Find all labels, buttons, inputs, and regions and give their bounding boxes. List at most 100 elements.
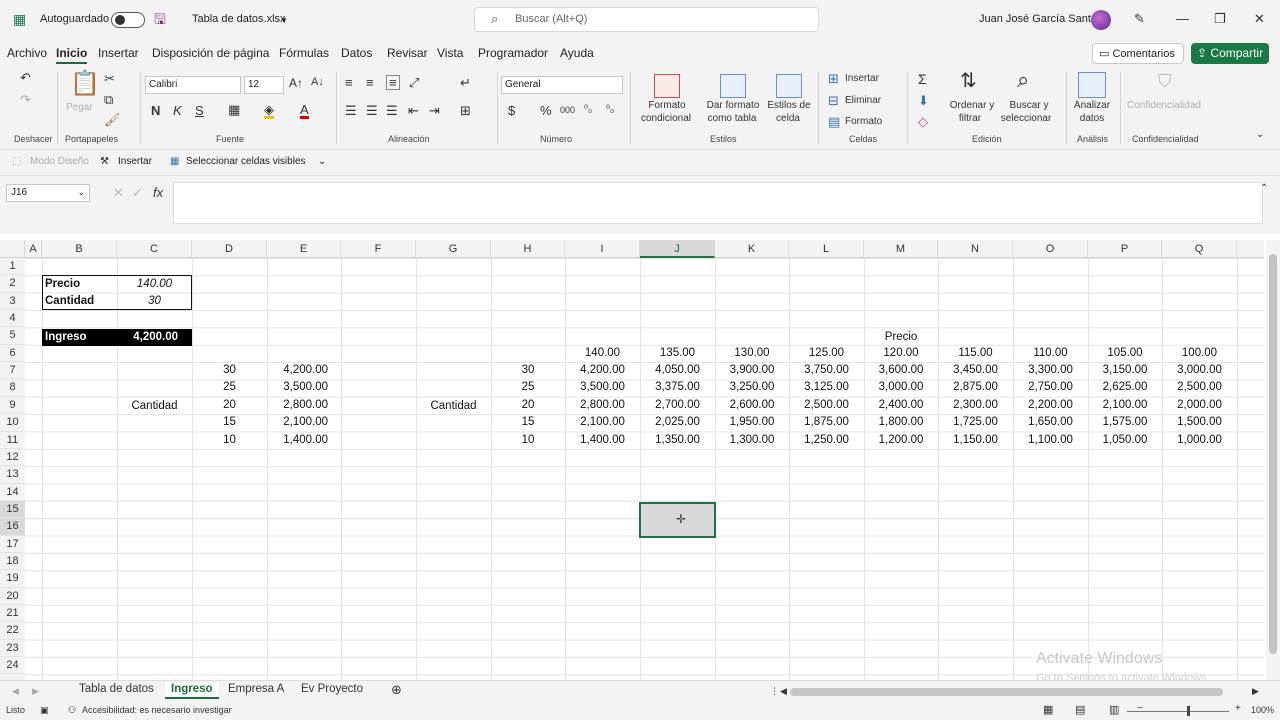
insert-control-icon[interactable]: ⚒	[100, 156, 109, 167]
two-way-qty-cell[interactable]: 10	[491, 432, 565, 449]
two-way-result-cell[interactable]: 1,725.00	[938, 414, 1013, 431]
sheet-tab-proyecto[interactable]: Ev Proyecto	[301, 683, 363, 695]
column-header[interactable]: P	[1088, 240, 1162, 258]
menu-programador[interactable]: Programador	[478, 46, 548, 60]
row-header[interactable]: 20	[0, 588, 25, 606]
zoom-level[interactable]: 100%	[1251, 705, 1274, 715]
save-icon[interactable]: 🖫	[154, 12, 166, 26]
one-way-result-cell[interactable]: 3,500.00	[267, 379, 328, 396]
row-header[interactable]: 4	[0, 310, 25, 328]
two-way-price-cell[interactable]: 105.00	[1088, 345, 1162, 362]
increase-indent-icon[interactable]: ⇥	[429, 104, 440, 117]
row-header[interactable]: 24	[0, 657, 25, 675]
sort-label-1[interactable]: Ordenar y	[946, 99, 998, 112]
sheet-tab-empresa[interactable]: Empresa A	[228, 683, 284, 695]
one-way-result-cell[interactable]: 2,100.00	[267, 414, 328, 431]
two-way-price-cell[interactable]: 120.00	[864, 345, 938, 362]
two-way-price-cell[interactable]: 110.00	[1013, 345, 1088, 362]
expand-formula-icon[interactable]: ⌃	[1260, 184, 1268, 194]
row-header[interactable]: 1	[0, 258, 25, 276]
format-cells-label[interactable]: Formato	[845, 115, 882, 128]
zoom-out-icon[interactable]: −	[1137, 703, 1143, 714]
two-way-result-cell[interactable]: 2,000.00	[1162, 397, 1237, 414]
menu-insertar[interactable]: Insertar	[98, 46, 139, 60]
row-header[interactable]: 21	[0, 605, 25, 623]
autosave-toggle[interactable]	[111, 12, 145, 28]
two-way-result-cell[interactable]: 1,500.00	[1162, 414, 1237, 431]
design-mode-button[interactable]: Modo Diseño	[30, 156, 89, 167]
accessibility-icon[interactable]: ⚇	[68, 705, 76, 716]
two-way-result-cell[interactable]: 3,600.00	[864, 362, 938, 379]
row-header[interactable]: 15	[0, 500, 25, 519]
revenue-row[interactable]: Ingreso 4,200.00	[42, 329, 192, 346]
clear-icon[interactable]: ◇	[918, 115, 928, 128]
scroll-left-icon[interactable]: ◀	[780, 686, 787, 697]
two-way-result-cell[interactable]: 3,900.00	[715, 362, 789, 379]
two-way-result-cell[interactable]: 1,300.00	[715, 432, 789, 449]
one-way-row-label[interactable]: Cantidad	[117, 398, 192, 415]
two-way-price-cell[interactable]: 125.00	[789, 345, 864, 362]
autosum-icon[interactable]: Σ	[918, 72, 927, 86]
align-left-icon[interactable]: ☰	[345, 104, 357, 117]
redo-icon[interactable]: ↷	[20, 93, 31, 106]
row-header[interactable]: 17	[0, 536, 25, 553]
row-header[interactable]: 16	[0, 518, 25, 536]
two-way-result-cell[interactable]: 2,100.00	[1088, 397, 1162, 414]
conditional-format-icon[interactable]	[654, 74, 680, 98]
share-button[interactable]: ⇪ Compartir	[1191, 43, 1269, 64]
insert-cells-label[interactable]: Insertar	[845, 72, 879, 85]
cell-styles-label-2[interactable]: celda	[765, 112, 811, 125]
file-name[interactable]: Tabla de datos.xlsx	[192, 13, 286, 25]
align-top-icon[interactable]: ≡	[345, 76, 353, 89]
two-way-price-cell[interactable]: 130.00	[715, 345, 789, 362]
two-way-result-cell[interactable]: 1,200.00	[864, 432, 938, 449]
delete-cells-label[interactable]: Eliminar	[845, 94, 881, 107]
paste-icon[interactable]: 📋	[70, 72, 100, 96]
two-way-result-cell[interactable]: 1,575.00	[1088, 414, 1162, 431]
column-header[interactable]: O	[1013, 240, 1088, 258]
two-way-result-cell[interactable]: 1,650.00	[1013, 414, 1088, 431]
two-way-result-cell[interactable]: 4,200.00	[565, 362, 640, 379]
delete-cells-icon[interactable]: ⊟	[828, 94, 839, 107]
cond-format-label-1[interactable]: Formato	[636, 99, 698, 112]
analyze-data-icon[interactable]	[1078, 72, 1106, 98]
bold-icon[interactable]: N	[151, 104, 160, 117]
row-header[interactable]: 14	[0, 484, 25, 501]
column-header[interactable]: H	[491, 240, 565, 258]
two-way-result-cell[interactable]: 3,750.00	[789, 362, 864, 379]
price-label-cell[interactable]: Precio	[45, 276, 115, 293]
analyze-label-1[interactable]: Analizar	[1070, 99, 1114, 112]
fx-icon[interactable]: fx	[153, 186, 163, 199]
sensitivity-icon[interactable]: ⛉	[1158, 72, 1172, 90]
cancel-icon[interactable]: ✕	[113, 186, 124, 199]
one-way-result-cell[interactable]: 1,400.00	[267, 432, 328, 449]
name-box[interactable]: J16 ⌄	[6, 184, 90, 202]
align-middle-icon[interactable]: ≡	[366, 76, 374, 89]
two-way-result-cell[interactable]: 3,375.00	[640, 379, 715, 396]
increase-font-icon[interactable]: A↑	[289, 77, 303, 89]
thousands-icon[interactable]: 000	[560, 106, 575, 115]
column-header-selected[interactable]: J	[640, 240, 715, 258]
accessibility-status[interactable]: Accesibilidad: es necesario investigar	[82, 705, 232, 715]
one-way-qty-cell[interactable]: 25	[192, 379, 267, 396]
qty-label-cell[interactable]: Cantidad	[45, 293, 115, 310]
cond-format-label-2[interactable]: condicional	[634, 112, 698, 125]
menu-disposicion[interactable]: Disposición de página	[152, 46, 269, 60]
one-way-qty-cell[interactable]: 30	[192, 362, 267, 379]
undo-icon[interactable]: ↶	[20, 71, 31, 84]
row-header[interactable]: 22	[0, 622, 25, 640]
page-layout-icon[interactable]: ▤	[1075, 703, 1085, 716]
menu-revisar[interactable]: Revisar	[387, 46, 428, 60]
find-label-1[interactable]: Buscar y	[1002, 99, 1056, 112]
two-way-qty-cell[interactable]: 30	[491, 362, 565, 379]
format-table-label-1[interactable]: Dar formato	[702, 99, 764, 112]
menu-vista[interactable]: Vista	[437, 46, 463, 60]
close-icon[interactable]: ✕	[1254, 11, 1265, 27]
column-header[interactable]: B	[42, 240, 117, 258]
search-box[interactable]: ⌕ Buscar (Alt+Q)	[474, 7, 819, 32]
customize-qat-icon[interactable]: ⌄	[318, 156, 326, 167]
formula-input[interactable]	[173, 182, 1263, 224]
wrap-text-icon[interactable]: ↵	[460, 76, 471, 89]
scroll-right-icon[interactable]: ▶	[1252, 686, 1259, 697]
align-bottom-icon[interactable]: ≡	[386, 75, 400, 90]
